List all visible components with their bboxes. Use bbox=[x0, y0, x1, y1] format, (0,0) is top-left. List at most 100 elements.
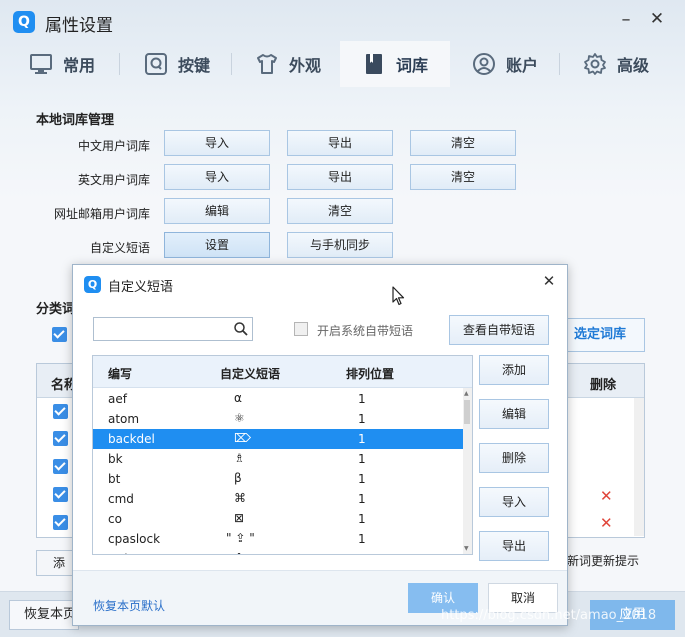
tab-label: 词库 bbox=[395, 56, 428, 75]
custom-phrase-settings-button[interactable]: 设置 bbox=[164, 232, 270, 258]
watermark: https://blog.csdn.net/amao_2018 bbox=[441, 608, 657, 623]
row-phrase: ♗ bbox=[234, 451, 245, 465]
delete-icon[interactable]: ✕ bbox=[600, 514, 613, 532]
phrase-row[interactable]: atom ⚛ 1 bbox=[93, 409, 463, 429]
phrase-row[interactable]: cpaslock " ⇪ " 1 bbox=[93, 529, 463, 549]
col-phrase: 自定义短语 bbox=[220, 367, 281, 381]
row-checkbox[interactable] bbox=[53, 459, 68, 474]
row-checkbox[interactable] bbox=[53, 487, 68, 502]
phrase-row[interactable]: bt β 1 bbox=[93, 469, 463, 489]
restore-page-button[interactable]: 恢复本页 bbox=[9, 600, 79, 630]
selected-lexicon-button[interactable]: 选定词库 bbox=[560, 318, 645, 352]
url-email-lexicon-label: 网址邮箱用户词库 bbox=[53, 207, 150, 221]
custom-phrase-dialog: Q 自定义短语 ✕ 开启系统自带短语 查看自带短语 编写 自定义短语 排列位置 … bbox=[72, 264, 568, 626]
row-phrase: ⊠ bbox=[234, 511, 245, 525]
phrase-row[interactable]: bk ♗ 1 bbox=[93, 449, 463, 469]
close-button[interactable]: ✕ bbox=[648, 9, 666, 29]
dialog-logo: Q bbox=[84, 276, 101, 293]
minimize-button[interactable]: – bbox=[617, 10, 635, 30]
category-scrollbar[interactable] bbox=[634, 398, 644, 536]
tab-label: 账户 bbox=[505, 56, 538, 75]
row-position: 1 bbox=[358, 532, 366, 546]
delete-phrase-button[interactable]: 删除 bbox=[479, 443, 549, 473]
row-checkbox[interactable] bbox=[53, 515, 68, 530]
row-position: 1 bbox=[358, 392, 366, 406]
view-builtin-phrases-button[interactable]: 查看自带短语 bbox=[449, 315, 549, 345]
export-phrase-button[interactable]: 导出 bbox=[479, 531, 549, 561]
en-clear-button[interactable]: 清空 bbox=[410, 164, 516, 190]
custom-phrase-label: 自定义短语 bbox=[89, 241, 150, 255]
new-word-hint: 新词更新提示 bbox=[567, 554, 640, 568]
tab-general[interactable]: 常用 bbox=[12, 41, 112, 87]
row-position: 1 bbox=[358, 552, 366, 554]
row-abbr: ctrl bbox=[108, 552, 128, 554]
title-bar: Q 属性设置 – ✕ bbox=[0, 0, 685, 40]
row-abbr: aef bbox=[108, 392, 127, 406]
row-position: 1 bbox=[358, 472, 366, 486]
row-abbr: co bbox=[108, 512, 122, 526]
col-position: 排列位置 bbox=[346, 367, 395, 381]
tab-account[interactable]: 账户 bbox=[455, 41, 555, 87]
delete-icon[interactable]: ✕ bbox=[600, 487, 613, 505]
row-phrase: " ⇪ " bbox=[226, 531, 255, 545]
tab-label: 常用 bbox=[62, 56, 95, 75]
phrase-row[interactable]: aef α 1 bbox=[93, 389, 463, 409]
row-abbr: atom bbox=[108, 412, 140, 426]
row-phrase: β bbox=[234, 471, 242, 485]
add-phrase-button[interactable]: 添加 bbox=[479, 355, 549, 385]
search-icon[interactable] bbox=[233, 321, 249, 337]
dialog-close-button[interactable]: ✕ bbox=[540, 271, 558, 291]
row-checkbox[interactable] bbox=[53, 404, 68, 419]
cn-import-button[interactable]: 导入 bbox=[164, 130, 270, 156]
import-phrase-button[interactable]: 导入 bbox=[479, 487, 549, 517]
phrase-search-input[interactable] bbox=[93, 317, 253, 341]
category-checkbox[interactable] bbox=[52, 327, 67, 342]
tab-bar: 常用 按键 外观 词库 账户 高级 bbox=[0, 41, 685, 87]
add-category-button[interactable]: 添加 bbox=[36, 550, 76, 576]
cn-export-button[interactable]: 导出 bbox=[287, 130, 393, 156]
row-checkbox[interactable] bbox=[53, 431, 68, 446]
book-icon bbox=[365, 54, 382, 74]
phrase-row[interactable]: cmd ⌘ 1 bbox=[93, 489, 463, 509]
sync-phone-button[interactable]: 与手机同步 bbox=[287, 232, 393, 258]
tab-divider bbox=[231, 53, 232, 75]
row-abbr: cmd bbox=[108, 492, 134, 506]
row-abbr: bt bbox=[108, 472, 121, 486]
row-phrase: ⌦ bbox=[234, 431, 251, 445]
cn-clear-button[interactable]: 清空 bbox=[410, 130, 516, 156]
edit-phrase-button[interactable]: 编辑 bbox=[479, 399, 549, 429]
tab-keys[interactable]: 按键 bbox=[127, 41, 227, 87]
row-position: 1 bbox=[358, 492, 366, 506]
tab-appearance[interactable]: 外观 bbox=[238, 41, 338, 87]
scroll-up-icon[interactable]: ▲ bbox=[464, 390, 469, 397]
restore-defaults-link[interactable]: 恢复本页默认 bbox=[93, 597, 165, 614]
en-import-button[interactable]: 导入 bbox=[164, 164, 270, 190]
phrase-list: 编写 自定义短语 排列位置 aef α 1 atom ⚛ 1 backdel ⌦… bbox=[92, 355, 473, 555]
tshirt-icon bbox=[256, 54, 277, 74]
row-phrase: α bbox=[234, 391, 242, 405]
url-clear-button[interactable]: 清空 bbox=[287, 198, 393, 224]
phrase-row[interactable]: co ⊠ 1 bbox=[93, 509, 463, 529]
en-user-lexicon-label: 英文用户词库 bbox=[77, 173, 150, 187]
system-phrases-checkbox[interactable] bbox=[294, 322, 308, 336]
phrase-list-scrollbar[interactable]: ▲ ▼ bbox=[463, 388, 472, 554]
col-abbr: 编写 bbox=[108, 367, 133, 381]
user-icon bbox=[472, 53, 495, 75]
url-edit-button[interactable]: 编辑 bbox=[164, 198, 270, 224]
scroll-down-icon[interactable]: ▼ bbox=[464, 545, 469, 552]
window-title: 属性设置 bbox=[45, 16, 113, 36]
row-position: 1 bbox=[358, 512, 366, 526]
phrase-row[interactable]: ctrl ^ 1 bbox=[93, 549, 463, 554]
phrase-row-selected[interactable]: backdel ⌦ 1 bbox=[93, 429, 463, 449]
row-position: 1 bbox=[358, 452, 366, 466]
en-export-button[interactable]: 导出 bbox=[287, 164, 393, 190]
row-phrase: ^ bbox=[234, 551, 244, 554]
tab-label: 高级 bbox=[616, 56, 649, 75]
tab-lexicon[interactable]: 词库 bbox=[340, 41, 450, 87]
tab-advanced[interactable]: 高级 bbox=[566, 41, 666, 87]
key-q-icon bbox=[144, 53, 167, 75]
row-abbr: cpaslock bbox=[108, 532, 161, 546]
row-abbr: bk bbox=[108, 452, 123, 466]
scroll-thumb[interactable] bbox=[464, 400, 470, 424]
tab-label: 外观 bbox=[288, 56, 321, 75]
